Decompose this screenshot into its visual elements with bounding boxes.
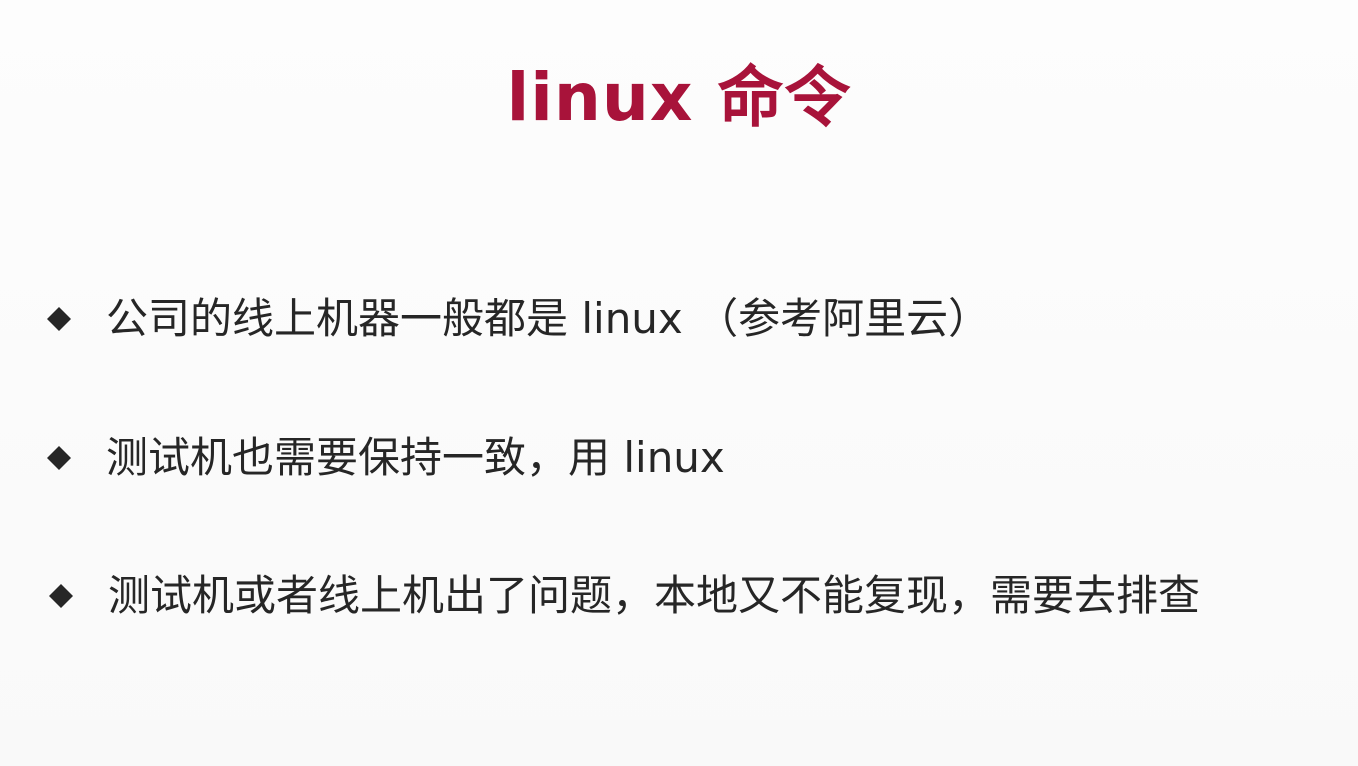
diamond-bullet-icon [47,446,71,470]
bullet-text: 测试机也需要保持一致，用 linux [106,433,725,482]
bullet-item: 测试机或者线上机出了问题，本地又不能复现，需要去排查 [48,566,1200,626]
diamond-bullet-icon [49,584,73,608]
bullet-text: 测试机或者线上机出了问题，本地又不能复现，需要去排查 [108,571,1201,620]
bullet-item: 公司的线上机器一般都是 linux （参考阿里云） [46,289,990,349]
diamond-bullet-icon [47,307,71,331]
bullet-text: 公司的线上机器一般都是 linux （参考阿里云） [106,294,991,343]
bullet-item: 测试机也需要保持一致，用 linux [46,428,725,488]
bullet-list: 公司的线上机器一般都是 linux （参考阿里云） 测试机也需要保持一致，用 l… [0,0,1358,766]
slide: linux 命令 公司的线上机器一般都是 linux （参考阿里云） 测试机也需… [0,0,1358,766]
